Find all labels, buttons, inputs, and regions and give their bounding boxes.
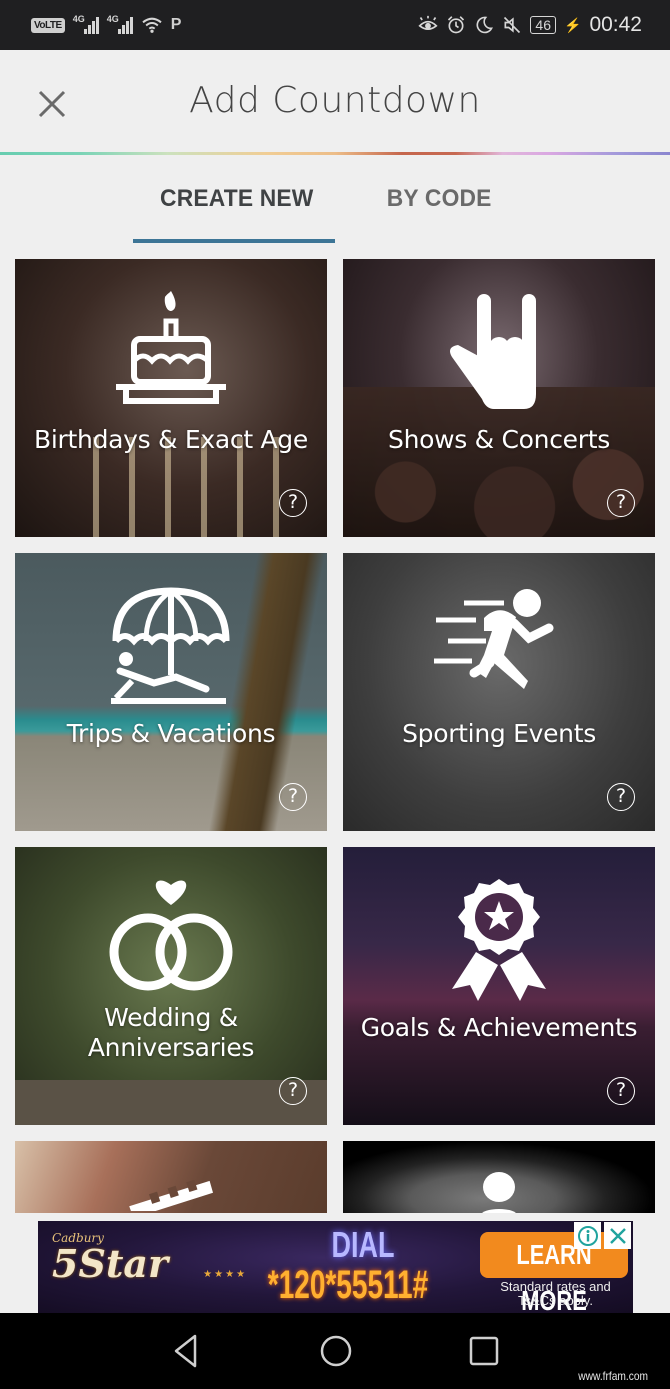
ad-brand-big: 5Star: [52, 1241, 169, 1286]
charging-icon: ⚡: [564, 16, 582, 33]
back-icon[interactable]: [168, 1331, 208, 1371]
network-type-label: 4G: [106, 14, 119, 24]
ad-close-button[interactable]: [604, 1222, 631, 1249]
close-icon: [609, 1227, 626, 1244]
help-icon[interactable]: ?: [279, 489, 307, 517]
signal-icon: 4G: [106, 14, 133, 34]
category-label: Wedding & Anniversaries: [15, 1003, 327, 1063]
category-label: Birthdays & Exact Age: [34, 425, 308, 454]
clock: 00:42: [589, 13, 642, 36]
page-title: Add Countdown: [189, 80, 481, 121]
category-label-line1: Wedding &: [104, 1003, 238, 1032]
category-card-sporting[interactable]: Sporting Events ?: [343, 553, 655, 831]
mute-icon: [504, 16, 521, 34]
signal-icon: 4G: [72, 14, 99, 34]
category-label: Shows & Concerts: [388, 425, 610, 454]
watermark: www.frfam.com: [578, 1369, 648, 1383]
recents-icon[interactable]: [464, 1331, 504, 1371]
wedding-rings-icon: [109, 880, 233, 991]
home-icon[interactable]: [316, 1331, 356, 1371]
ad-brand-stars: ★★★★: [203, 1269, 248, 1280]
category-card-trips[interactable]: Trips & Vacations ?: [15, 553, 327, 831]
beach-umbrella-icon: [111, 587, 230, 704]
p-icon: P: [170, 16, 182, 33]
category-card-movies[interactable]: [15, 1141, 327, 1213]
help-icon[interactable]: ?: [607, 1077, 635, 1105]
tab-indicator: [133, 239, 335, 243]
tab-by-code[interactable]: BY CODE: [387, 185, 492, 213]
status-bar-left: VoLTE 4G 4G P: [31, 14, 182, 34]
wifi-icon: [142, 17, 162, 33]
award-ribbon-icon: [452, 879, 546, 1001]
help-icon[interactable]: ?: [607, 489, 635, 517]
battery-indicator: 46: [530, 16, 556, 34]
ad-terms: Standard rates and Ts&Cs apply.: [500, 1279, 611, 1308]
help-icon[interactable]: ?: [607, 783, 635, 811]
runner-icon: [434, 589, 554, 689]
tab-create-new[interactable]: CREATE NEW: [160, 185, 313, 213]
ad-brand: Cadbury 5Star ★★★★: [52, 1231, 247, 1283]
app-bar: Add Countdown: [0, 50, 670, 153]
ad-info-button[interactable]: [574, 1222, 601, 1249]
status-bar-right: 46 ⚡ 00:42: [418, 13, 642, 37]
birthday-cake-icon: [116, 291, 226, 404]
category-card-birthdays[interactable]: Birthdays & Exact Age ?: [15, 259, 327, 537]
clapperboard-icon: [129, 1179, 213, 1211]
category-label: Trips & Vacations: [66, 719, 276, 748]
info-icon: [577, 1225, 598, 1246]
category-card-wedding[interactable]: Wedding & Anniversaries ?: [15, 847, 327, 1125]
volte-badge: VoLTE: [31, 17, 65, 33]
category-label: Goals & Achievements: [360, 1013, 638, 1042]
moon-icon: [476, 16, 494, 34]
baby-icon: [482, 1172, 516, 1213]
rock-hand-icon: [450, 294, 536, 409]
category-label-line2: Anniversaries: [87, 1033, 255, 1062]
ad-banner[interactable]: Cadbury 5Star ★★★★ DIAL *120*55511# LEAR…: [38, 1221, 633, 1313]
help-icon[interactable]: ?: [279, 783, 307, 811]
tab-bar: CREATE NEW BY CODE: [0, 155, 670, 245]
status-bar: VoLTE 4G 4G P 46 ⚡ 00:42: [0, 0, 670, 50]
help-icon[interactable]: ?: [279, 1077, 307, 1105]
category-label: Sporting Events: [402, 719, 596, 748]
category-card-goals[interactable]: Goals & Achievements ?: [343, 847, 655, 1125]
category-card-shows[interactable]: Shows & Concerts ?: [343, 259, 655, 537]
ad-dial-code: *120*55511#: [267, 1263, 429, 1307]
ad-dial-label: DIAL: [331, 1224, 395, 1265]
network-type-label: 4G: [72, 14, 85, 24]
alarm-icon: [448, 16, 465, 34]
eye-icon: [418, 15, 439, 30]
system-nav-bar: www.frfam.com: [0, 1313, 670, 1389]
category-card-baby[interactable]: [343, 1141, 655, 1213]
